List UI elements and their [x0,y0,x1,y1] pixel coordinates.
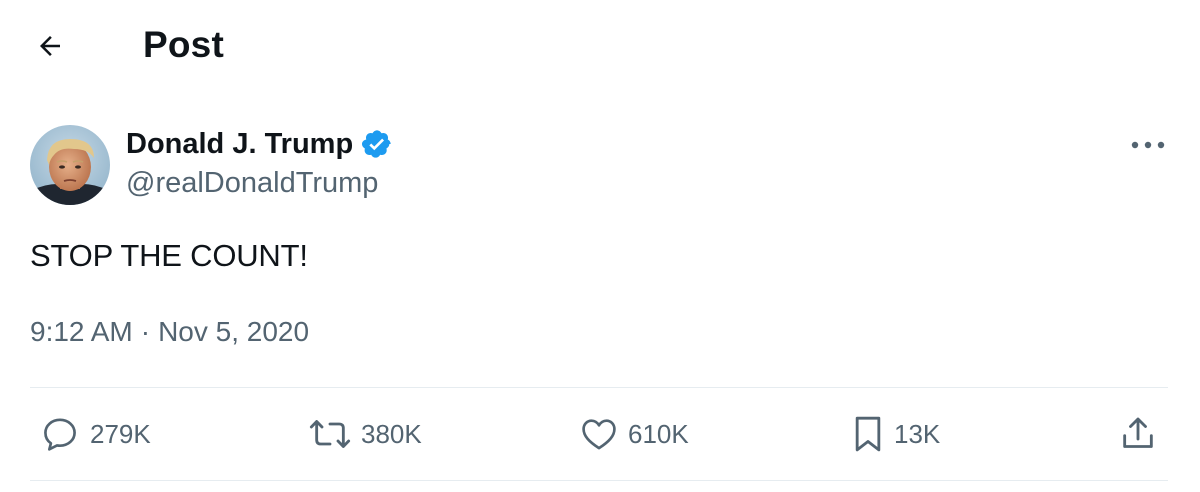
reply-icon [44,418,76,451]
bookmark-button[interactable]: 13K [850,414,940,454]
like-count: 610K [628,418,689,449]
author-name-row: Donald J. Trump [126,126,393,162]
avatar[interactable] [30,125,110,205]
verified-badge-icon [362,130,391,158]
bookmark-count: 13K [894,418,941,449]
retweet-icon [309,420,351,448]
tweet-timestamp: 9:12 AM · Nov 5, 2020 [30,316,309,348]
tweet-time[interactable]: 9:12 AM [30,316,133,348]
timestamp-separator: · [140,316,151,347]
tweet-text: STOP THE COUNT! [30,238,308,273]
divider [30,480,1168,481]
like-button[interactable]: 610K [578,414,689,454]
author-name[interactable]: Donald J. Trump [126,128,353,161]
bookmark-icon [855,416,881,452]
heart-icon [582,419,616,450]
author-handle[interactable]: @realDonaldTrump [126,167,378,200]
avatar-image [30,125,110,205]
back-button[interactable] [30,26,70,66]
retweet-button[interactable]: 380K [307,414,422,454]
reply-count: 279K [90,418,151,449]
page-header: Post [0,0,1200,95]
share-button[interactable] [1118,414,1158,454]
arrow-left-icon [40,36,60,56]
more-options-button[interactable] [1126,133,1170,157]
share-icon [1123,417,1153,448]
tweet-date[interactable]: Nov 5, 2020 [158,316,309,348]
divider [30,387,1168,388]
reply-button[interactable]: 279K [38,414,151,454]
retweet-count: 380K [361,418,422,449]
page-title: Post [143,24,224,65]
more-dots-icon [1131,141,1165,149]
